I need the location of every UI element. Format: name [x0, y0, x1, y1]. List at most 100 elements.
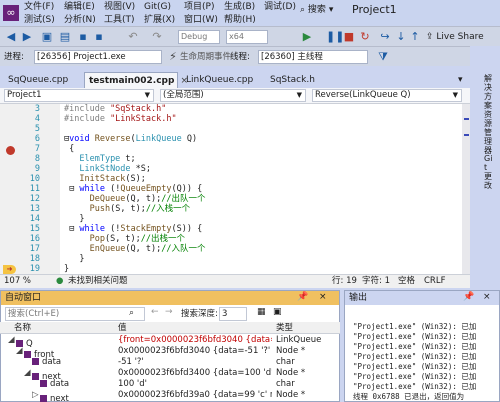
configuration-dropdown[interactable]: Debug: [178, 30, 220, 44]
solution-explorer-tab[interactable]: 解决方案资源管理器: [484, 74, 494, 155]
scroll-marker: [464, 118, 469, 120]
thread-dropdown[interactable]: [26360] 主线程: [258, 50, 368, 64]
tab-sqqueue-cpp[interactable]: SqQueue.cpp: [4, 72, 82, 88]
output-line: 线程 0x6788 已退出，返回值为: [353, 392, 465, 401]
document-tabs: SqQueue.cpp testmain002.cpp × LinkQueue.c…: [0, 70, 470, 88]
function-dropdown[interactable]: Reverse(LinkQueue Q) ▼: [312, 89, 462, 102]
forward-icon[interactable]: ▶: [20, 30, 34, 44]
view-icon[interactable]: ▦: [257, 307, 266, 317]
filter-icon[interactable]: ⧩: [376, 50, 390, 64]
output-window-title: 输出: [345, 291, 499, 305]
save-all-icon[interactable]: ▪: [92, 30, 106, 44]
code-editor[interactable]: 3 #include "SqStack.h" 4 #include "LinkStac…: [0, 104, 462, 274]
column-header-type[interactable]: 类型: [276, 322, 293, 334]
tab-testmain002-cpp[interactable]: testmain002.cpp ×: [84, 72, 188, 88]
line-number: 19: [29, 264, 40, 274]
search-forward-icon[interactable]: →: [165, 307, 173, 317]
settings-icon[interactable]: ▣: [273, 307, 282, 317]
stop-icon[interactable]: ■: [342, 30, 356, 44]
column-header-value[interactable]: 值: [118, 322, 127, 334]
close-icon[interactable]: ×: [319, 292, 327, 302]
visual-studio-logo-icon[interactable]: ∞: [3, 5, 19, 21]
table-row[interactable]: data -51 '?' char: [0, 357, 338, 368]
menu-git[interactable]: Git(G): [144, 1, 184, 14]
code-line[interactable]: 19}: [0, 264, 460, 274]
function-dropdown-value: Reverse(LinkQueue Q): [315, 90, 411, 100]
search-button[interactable]: ⌕ 搜索 ▾: [300, 3, 348, 17]
variable-value-cell[interactable]: {front=0x0000023f6bfd3040 {data=-51 '?' …: [118, 335, 272, 346]
eol-indicator[interactable]: CRLF: [424, 275, 445, 288]
project-dropdown[interactable]: Project1 ▼: [4, 89, 154, 102]
back-icon[interactable]: ◀: [4, 30, 18, 44]
lifecycle-icon[interactable]: ⚡: [166, 50, 180, 64]
project-title: Project1: [352, 3, 397, 16]
menu-file[interactable]: 文件(F): [24, 1, 64, 14]
open-folder-icon[interactable]: ▤: [58, 30, 72, 44]
issues-status[interactable]: 未找到相关问题: [68, 275, 128, 288]
variable-value-cell[interactable]: 100 'd': [118, 379, 272, 390]
undo-icon[interactable]: ↶: [126, 30, 140, 44]
line-indicator[interactable]: 行: 19: [332, 275, 357, 288]
menu-edit[interactable]: 编辑(E): [64, 1, 104, 14]
close-icon[interactable]: ×: [483, 292, 491, 302]
menu-debug[interactable]: 调试(D): [264, 1, 304, 14]
search-icon[interactable]: ⌕: [129, 308, 134, 318]
breakpoint-icon[interactable]: [6, 146, 15, 155]
git-changes-tab[interactable]: Git 更改: [484, 154, 494, 190]
current-statement-arrow-icon[interactable]: ➜: [3, 265, 16, 274]
step-over-icon[interactable]: ↪: [378, 30, 392, 44]
scope-dropdown[interactable]: (全局范围) ▼: [160, 89, 306, 102]
tab-label: SqQueue.cpp: [8, 75, 69, 85]
search-depth-dropdown[interactable]: 3: [219, 307, 247, 321]
platform-dropdown[interactable]: x64: [226, 30, 268, 44]
variable-value-cell[interactable]: -51 '?': [118, 357, 272, 368]
expand-toggle-icon[interactable]: ◢: [24, 368, 32, 379]
autos-grid-header: 名称 值 类型: [0, 322, 340, 334]
menu-build[interactable]: 生成(B): [224, 1, 264, 14]
expand-toggle-icon[interactable]: ◢: [16, 346, 24, 357]
pin-icon[interactable]: 📌: [297, 292, 308, 302]
variable-value-cell[interactable]: 0x0000023f6bfd3040 {data=-51 '?' next=0x…: [118, 346, 272, 357]
menu-view[interactable]: 视图(V): [104, 1, 144, 14]
continue-icon[interactable]: ▶: [300, 30, 314, 44]
step-into-icon[interactable]: ↓: [394, 30, 408, 44]
expand-toggle-icon[interactable]: ◢: [8, 335, 16, 346]
search-back-icon[interactable]: ←: [151, 307, 159, 317]
zoom-level[interactable]: 107 %: [4, 275, 31, 288]
save-icon[interactable]: ▪: [76, 30, 90, 44]
table-row[interactable]: ▷ next 0x0000023f6bfd39a0 {data=99 'c' nex…: [0, 390, 338, 402]
chevron-down-icon: ▾: [458, 75, 463, 85]
menu-project[interactable]: 项目(P): [184, 1, 224, 14]
table-row[interactable]: ◢ front 0x0000023f6bfd3040 {data=-51 '?' n…: [0, 346, 338, 360]
tab-linkqueue-cpp[interactable]: LinkQueue.cpp: [182, 72, 262, 88]
process-dropdown[interactable]: [26356] Project1.exe: [34, 50, 162, 64]
variable-value-cell[interactable]: 0x0000023f6bfd3400 {data=100 'd' next=0x…: [118, 368, 272, 379]
project-dropdown-value: Project1: [7, 90, 42, 100]
variable-type-cell: char: [276, 379, 295, 389]
search-icon: ⌕: [300, 5, 306, 15]
table-row[interactable]: ◢next0x0000023f6bfd3400 {data=100 'd' ne…: [0, 368, 338, 382]
debug-location-toolbar: 进程: [26356] Project1.exe ⚡ 生命周期事件 线程: [2…: [0, 46, 470, 66]
tab-overflow-button[interactable]: ▾: [456, 72, 470, 88]
autos-search-input[interactable]: 搜索(Ctrl+E): [5, 307, 145, 321]
spacing-indicator[interactable]: 空格: [398, 275, 415, 288]
search-label: 搜索: [307, 5, 326, 15]
table-row[interactable]: data 100 'd' char: [0, 379, 338, 390]
table-row[interactable]: ◢Q{front=0x0000023f6bfd3040 {data=-51 '?…: [0, 335, 338, 349]
expand-toggle-icon[interactable]: ▷: [32, 390, 40, 401]
restart-icon[interactable]: ↻: [358, 30, 372, 44]
variable-value-cell[interactable]: 0x0000023f6bfd39a0 {data=99 'c' next=0x0…: [118, 390, 272, 401]
pause-icon[interactable]: ❚❚: [326, 30, 344, 44]
live-share-button[interactable]: ⇪ Live Share: [426, 30, 484, 44]
column-indicator[interactable]: 字符: 1: [362, 275, 390, 288]
editor-vertical-scrollbar[interactable]: [462, 104, 470, 274]
step-out-icon[interactable]: ↑: [408, 30, 422, 44]
check-circle-icon: ●: [56, 276, 64, 286]
redo-icon[interactable]: ↷: [150, 30, 164, 44]
lifecycle-events-button[interactable]: 生命周期事件: [180, 50, 231, 64]
new-item-icon[interactable]: ▣: [40, 30, 54, 44]
standard-toolbar: ◀ ▶ ▣ ▤ ▪ ▪ ↶ ↷ Debug x64 ▶ ❚❚ ■ ↻ ↪ ↓ ↑…: [0, 26, 500, 46]
pin-icon[interactable]: 📌: [463, 292, 474, 302]
column-header-name[interactable]: 名称: [14, 322, 31, 334]
tab-sqstack-h[interactable]: SqStack.h: [266, 72, 326, 88]
